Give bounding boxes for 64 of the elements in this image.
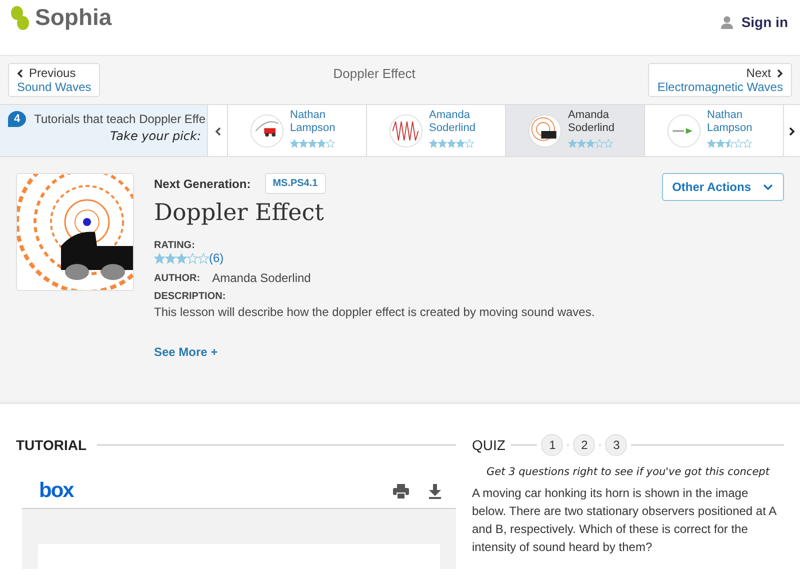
rating-count[interactable]: (6) [209,251,224,265]
author-name: Amanda Soderlind [429,108,476,134]
star-icon [456,138,465,148]
star-icon [187,252,198,264]
description-text: This lesson will describe how the doppler effect is created by moving sound waves. [154,305,595,319]
previous-button[interactable]: Previous Sound Waves [8,63,100,97]
author-name: Amanda Soderlind [212,271,311,285]
star-icon [165,252,176,264]
question-step[interactable]: 2 [573,434,596,456]
tutorial-count-badge: 4 [8,111,26,127]
star-icon [725,138,734,148]
tutorial-card[interactable]: Amanda Soderlind [505,105,644,156]
carousel-tagline: Take your pick: [109,129,202,143]
author-label: AUTHOR: [154,272,200,284]
question-step[interactable]: 3 [605,434,628,456]
description-label: DESCRIPTION: [154,291,226,302]
star-icon [290,138,299,148]
star-icon [586,138,595,148]
chevron-down-icon [763,184,773,190]
page-title: Doppler Effect [333,66,416,80]
sign-in-link[interactable]: Sign in [721,14,788,30]
carousel-heading: Tutorials that teach Doppler Effe [34,112,206,126]
tutorial-heading: TUTORIAL [16,437,87,453]
star-icon [734,138,743,148]
star-icon [438,138,447,148]
quiz-heading: QUIZ [472,437,506,453]
logo-icon [10,4,30,30]
logo-text[interactable]: Sophia [35,4,112,31]
star-icon [743,138,752,148]
author-name: Amanda Soderlind [568,108,614,134]
rating-label: RATING: [154,240,195,251]
standard-label: Next Generation: [154,176,251,190]
question-text: A moving car honking its horn is shown in the image below. There are two stationary observers positioned at A and B, respectively. Which of these is correct for the intensity of sound heard by them? [472,485,778,556]
star-icon [568,138,577,148]
star-icon [308,138,317,148]
lesson-title: Doppler Effect [154,200,324,226]
star-icon [326,138,335,148]
see-more-link[interactable]: See More + [154,345,218,359]
author-name: Nathan Lampson [707,108,752,134]
star-icon [716,138,725,148]
star-icon [604,138,613,148]
author-name: Nathan Lampson [290,108,336,134]
star-icon [595,138,604,148]
star-icon [198,252,209,264]
star-icon [707,138,716,148]
star-icon [577,138,586,148]
download-icon[interactable] [428,484,442,498]
next-button[interactable]: Next Electromagnetic Waves [648,63,792,97]
star-icon [299,138,308,148]
star-icon [176,252,187,264]
chevron-right-icon [776,68,783,78]
standard-tag[interactable]: MS.PS4.1 [264,173,326,194]
user-icon [721,16,734,28]
print-icon[interactable] [393,484,409,498]
star-icon [429,138,438,148]
star-icon [154,252,165,264]
star-icon [317,138,326,148]
quiz-tagline: Get 3 questions right to see if you've got this concept [486,466,771,478]
question-step[interactable]: 1 [541,434,564,456]
star-icon [465,138,474,148]
chevron-left-icon [17,68,23,78]
viewer-logo: box [39,479,74,503]
star-icon [447,138,456,148]
other-actions-button[interactable]: Other Actions [662,173,784,201]
